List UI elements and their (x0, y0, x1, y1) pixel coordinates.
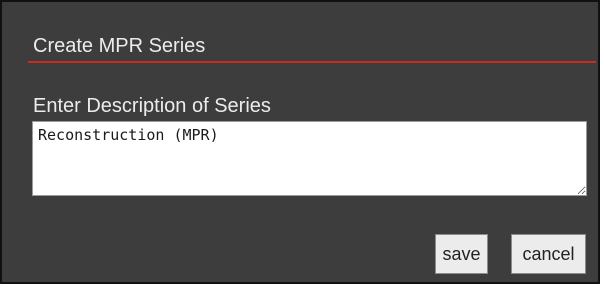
save-button[interactable]: save (435, 234, 488, 274)
create-mpr-series-dialog: Create MPR Series Enter Description of S… (0, 0, 600, 284)
description-label: Enter Description of Series (33, 95, 271, 117)
dialog-title: Create MPR Series (33, 35, 206, 57)
series-description-textarea[interactable] (32, 121, 587, 196)
cancel-button[interactable]: cancel (511, 234, 586, 274)
title-divider (28, 61, 596, 63)
